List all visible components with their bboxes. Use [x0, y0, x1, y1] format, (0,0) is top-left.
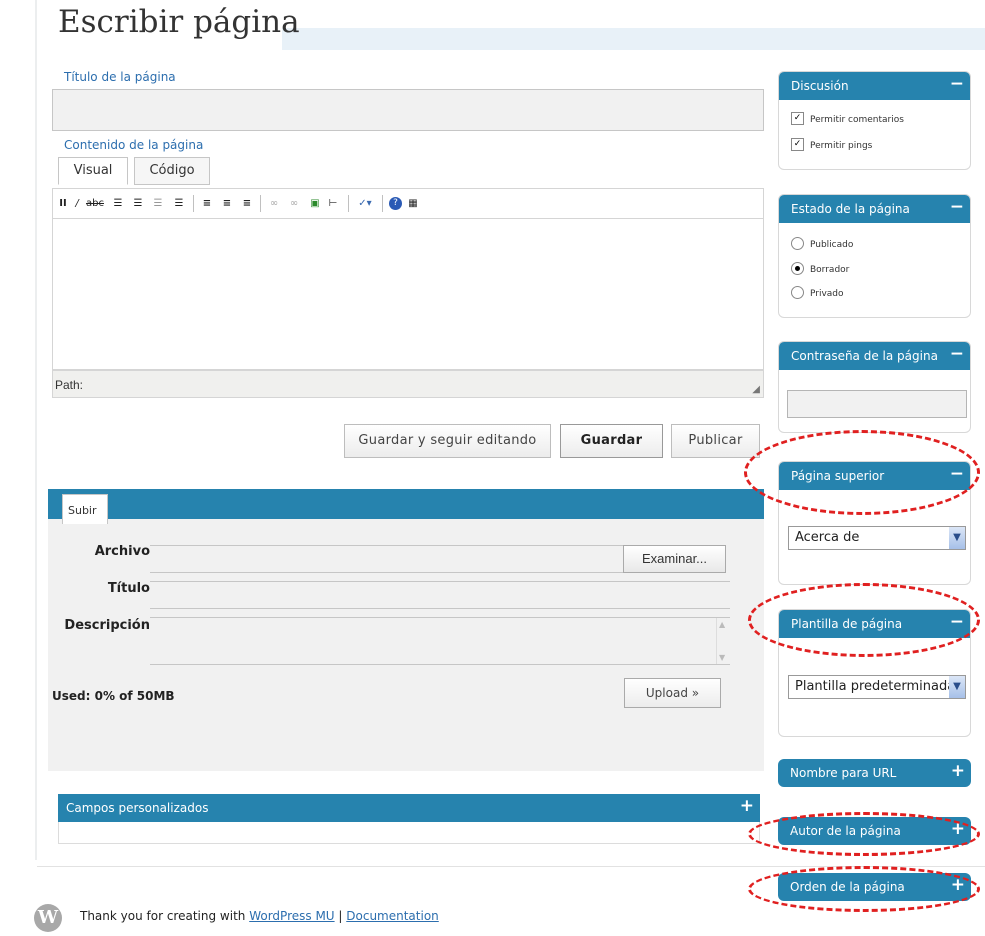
align-right-icon[interactable]: ≡: [239, 198, 255, 210]
wpmu-link[interactable]: WordPress MU: [249, 909, 334, 923]
footer-thanks: Thank you for creating with: [80, 909, 250, 923]
discussion-box: Discusión − ✓ Permitir comentarios ✓ Per…: [778, 71, 971, 170]
highlight-oval-author: [748, 812, 980, 856]
title-input[interactable]: [52, 89, 764, 131]
allow-pings-label: Permitir pings: [810, 141, 873, 151]
page-title: Escribir página: [58, 4, 300, 40]
page-password-input[interactable]: [787, 390, 967, 418]
page-password-header[interactable]: Contraseña de la página −: [779, 342, 970, 370]
highlight-oval-template: [748, 583, 980, 657]
outdent-icon[interactable]: ☰: [150, 198, 166, 210]
wordpress-logo-icon: W: [34, 904, 62, 932]
checkbox-checked-icon[interactable]: ✓: [791, 112, 804, 125]
description-label: Descripción: [64, 618, 150, 633]
quota-used-label: Used: 0% of 50MB: [52, 689, 175, 703]
title-field-label: Título de la página: [64, 70, 176, 84]
save-continue-button[interactable]: Guardar y seguir editando: [344, 424, 551, 458]
editor-toolbar: II / abc ☰ ☰ ☰ ☰ ≡ ≡ ≡ ∞ ∞ ▣ ⊢ ✓▾ ? ▦: [52, 188, 764, 218]
page-status-box: Estado de la página − Publicado Borrador…: [778, 194, 971, 318]
bold-icon[interactable]: II: [59, 198, 67, 210]
footer-separator: |: [334, 909, 347, 923]
content-editor[interactable]: [52, 218, 764, 370]
page-template-selected: Plantilla predeterminada: [795, 679, 956, 694]
checkbox-checked-icon[interactable]: ✓: [791, 138, 804, 151]
parent-page-select[interactable]: Acerca de ▼: [788, 526, 966, 550]
discussion-title: Discusión: [791, 79, 849, 93]
strikethrough-icon[interactable]: abc: [86, 198, 104, 210]
insert-image-icon[interactable]: ▣: [307, 198, 323, 210]
tab-visual[interactable]: Visual: [58, 157, 128, 185]
documentation-link[interactable]: Documentation: [346, 909, 439, 923]
parent-page-selected: Acerca de: [795, 530, 860, 545]
radio-icon[interactable]: [791, 286, 804, 299]
expand-icon[interactable]: +: [740, 796, 754, 816]
bullet-list-icon[interactable]: ☰: [110, 198, 126, 210]
upload-tab-bar: [48, 489, 764, 519]
page-status-header[interactable]: Estado de la página −: [779, 195, 970, 223]
page-status-title: Estado de la página: [791, 202, 910, 216]
save-button[interactable]: Guardar: [560, 424, 663, 458]
toolbar-separator: [382, 195, 383, 212]
status-draft-label: Borrador: [810, 265, 850, 275]
toolbar-separator: [260, 195, 261, 212]
indent-icon[interactable]: ☰: [170, 198, 188, 210]
upload-button[interactable]: Upload »: [624, 678, 721, 708]
help-icon[interactable]: ?: [389, 197, 402, 210]
scroll-up-icon[interactable]: ▲: [719, 620, 725, 629]
status-published-label: Publicado: [810, 240, 854, 250]
upload-title-input[interactable]: [150, 581, 730, 609]
description-textarea[interactable]: ▲ ▼: [150, 617, 730, 665]
align-left-icon[interactable]: ≡: [199, 198, 215, 210]
page-left-edge: [35, 0, 37, 860]
file-input[interactable]: [150, 545, 624, 573]
chevron-down-icon[interactable]: ▼: [949, 676, 965, 698]
italic-icon[interactable]: /: [73, 198, 81, 210]
collapse-icon[interactable]: −: [950, 344, 964, 364]
status-private-label: Privado: [810, 289, 844, 299]
radio-selected-icon[interactable]: [791, 262, 804, 275]
radio-icon[interactable]: [791, 237, 804, 250]
page-password-title: Contraseña de la página: [791, 349, 938, 363]
align-center-icon[interactable]: ≡: [219, 198, 235, 210]
tab-upload[interactable]: Subir: [62, 494, 108, 524]
browse-button[interactable]: Examinar...: [623, 545, 726, 573]
collapse-icon[interactable]: −: [950, 74, 964, 94]
page-password-box: Contraseña de la página −: [778, 341, 971, 433]
collapse-icon[interactable]: −: [950, 197, 964, 217]
unlink-icon[interactable]: ∞: [286, 198, 302, 210]
publish-button[interactable]: Publicar: [671, 424, 760, 458]
highlight-oval-parent: [744, 430, 980, 515]
tab-code[interactable]: Código: [134, 157, 210, 185]
highlight-oval-order: [748, 866, 980, 912]
slug-title: Nombre para URL: [790, 766, 897, 780]
kitchen-sink-icon[interactable]: ▦: [406, 198, 420, 210]
custom-fields-header[interactable]: Campos personalizados +: [58, 794, 760, 822]
description-scrollbar[interactable]: ▲ ▼: [716, 618, 730, 664]
editor-status-bar: Path: ◢: [52, 370, 764, 398]
toolbar-separator: [348, 195, 349, 212]
file-label: Archivo: [94, 544, 150, 559]
upload-title-label: Título: [107, 581, 150, 596]
chevron-down-icon[interactable]: ▼: [949, 527, 965, 549]
spellcheck-icon[interactable]: ✓▾: [355, 198, 375, 210]
resize-grip-icon[interactable]: ◢: [752, 384, 760, 395]
content-field-label: Contenido de la página: [64, 138, 204, 152]
page-template-select[interactable]: Plantilla predeterminada ▼: [788, 675, 966, 699]
expand-icon[interactable]: +: [951, 761, 965, 781]
path-label: Path:: [55, 378, 84, 392]
link-icon[interactable]: ∞: [266, 198, 282, 210]
toolbar-separator: [193, 195, 194, 212]
footer-text: Thank you for creating with WordPress MU…: [80, 909, 439, 923]
custom-fields-body: [58, 822, 760, 844]
more-tag-icon[interactable]: ⊢: [325, 198, 341, 210]
slug-header[interactable]: Nombre para URL +: [778, 759, 971, 787]
discussion-header[interactable]: Discusión −: [779, 72, 970, 100]
custom-fields-title: Campos personalizados: [66, 801, 209, 815]
scroll-down-icon[interactable]: ▼: [719, 653, 725, 662]
title-underline-bar: [282, 28, 985, 50]
numbered-list-icon[interactable]: ☰: [130, 198, 146, 210]
allow-comments-label: Permitir comentarios: [810, 115, 904, 125]
slug-box: Nombre para URL +: [778, 759, 971, 789]
